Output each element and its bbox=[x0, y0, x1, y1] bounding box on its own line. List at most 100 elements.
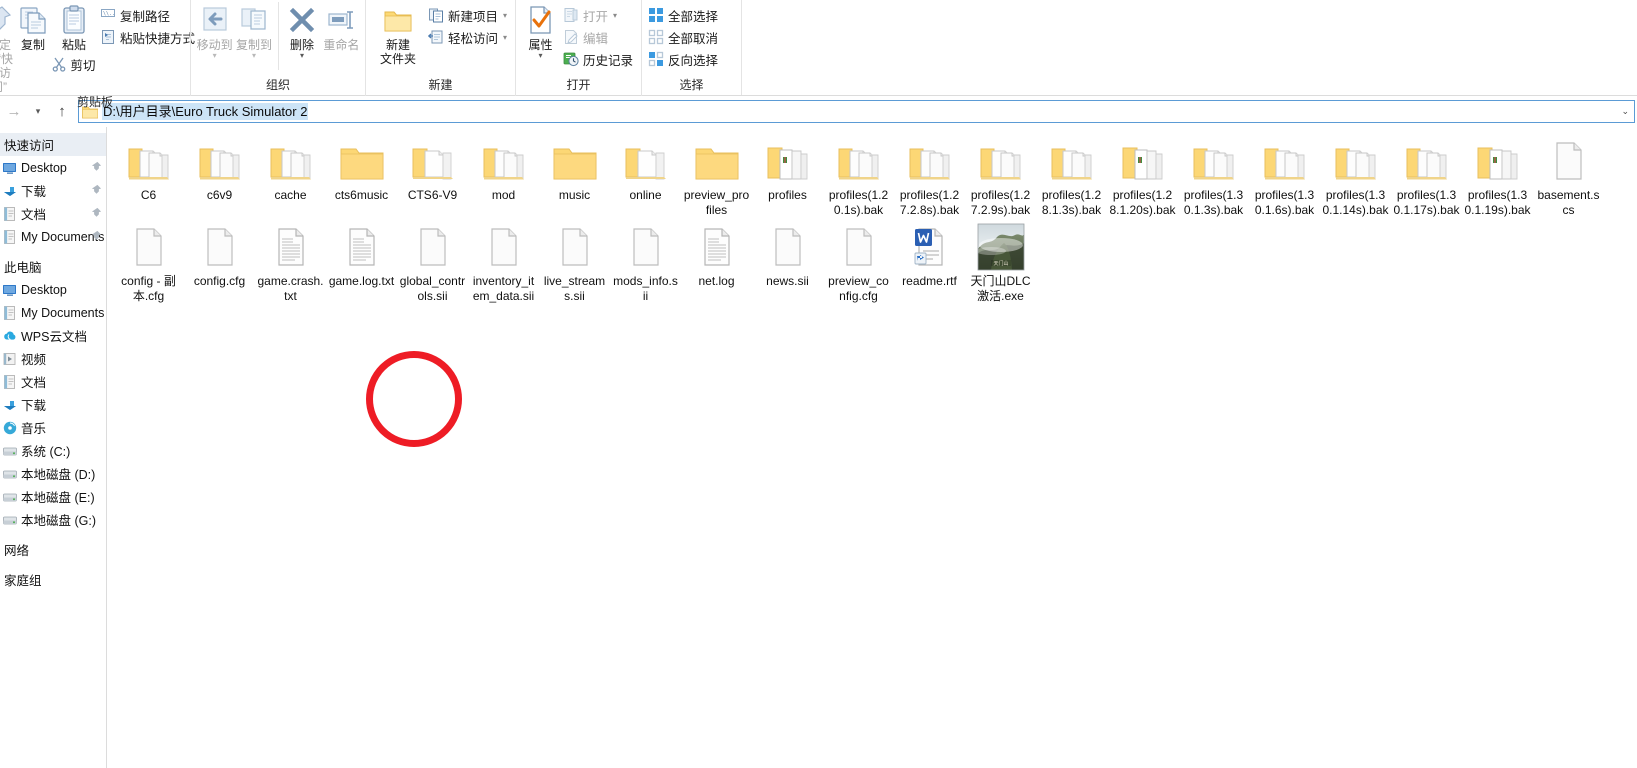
pin-icon[interactable] bbox=[91, 207, 102, 220]
address-input[interactable]: D:\用户目录\Euro Truck Simulator 2 ⌄ bbox=[78, 100, 1635, 123]
copy-button[interactable]: 复制 bbox=[16, 2, 50, 52]
folder-item[interactable]: profiles bbox=[752, 133, 823, 219]
sidebar-item--[interactable]: 下载 bbox=[0, 393, 106, 416]
sidebar-item--[interactable]: 音乐 bbox=[0, 416, 106, 439]
folder-item[interactable]: cache bbox=[255, 133, 326, 219]
folder-empty-icon bbox=[693, 137, 741, 185]
file-item[interactable]: mods_info.sii bbox=[610, 219, 681, 305]
file-item[interactable]: basement.scs bbox=[1533, 133, 1604, 219]
sidebar-item-my-documents[interactable]: My Documents bbox=[0, 301, 106, 324]
sidebar-item--d-[interactable]: 本地磁盘 (D:) bbox=[0, 462, 106, 485]
chevron-down-icon[interactable]: ⌄ bbox=[1621, 106, 1632, 117]
file-item[interactable]: preview_config.cfg bbox=[823, 219, 894, 305]
sidebar-item-desktop[interactable]: Desktop bbox=[0, 278, 106, 301]
item-name: news.sii bbox=[766, 274, 809, 288]
rename-icon bbox=[325, 4, 357, 36]
sidebar-item--[interactable]: 视频 bbox=[0, 347, 106, 370]
pin-icon[interactable] bbox=[91, 161, 102, 174]
sidebar-section-1[interactable]: 此电脑 bbox=[0, 255, 106, 278]
select-all-button[interactable]: 全部选择 bbox=[646, 4, 722, 26]
folder-item[interactable]: profiles(1.27.2.9s).bak bbox=[965, 133, 1036, 219]
file-item[interactable]: inventory_item_data.sii bbox=[468, 219, 539, 305]
sidebar-item--[interactable]: 文档 bbox=[0, 202, 106, 225]
sidebar-item--c-[interactable]: 系统 (C:) bbox=[0, 439, 106, 462]
folder-item[interactable]: profiles(1.28.1.20s).bak bbox=[1107, 133, 1178, 219]
select-all-icon bbox=[648, 7, 664, 23]
folder-item[interactable]: profiles(1.30.1.6s).bak bbox=[1249, 133, 1320, 219]
file-item[interactable]: news.sii bbox=[752, 219, 823, 305]
folder-item[interactable]: profiles(1.28.1.3s).bak bbox=[1036, 133, 1107, 219]
paste-shortcut-button[interactable]: 粘贴快捷方式 bbox=[98, 26, 199, 48]
clipboard-secondary-actions: \\.. 复制路径 粘贴快捷方式 bbox=[98, 2, 199, 48]
sidebar-item-label: My Documents bbox=[21, 305, 105, 320]
pin-icon[interactable] bbox=[91, 230, 102, 243]
file-blank-icon bbox=[622, 223, 670, 271]
history-button[interactable]: 历史记录 bbox=[561, 48, 637, 70]
folder-docs-icon bbox=[1190, 137, 1238, 185]
folder-item[interactable]: C6 bbox=[113, 133, 184, 219]
folder-item[interactable]: profiles(1.30.1.14s).bak bbox=[1320, 133, 1391, 219]
edit-pencil-icon bbox=[563, 29, 579, 45]
folder-item[interactable]: profiles(1.30.1.17s).bak bbox=[1391, 133, 1462, 219]
file-item[interactable]: game.log.txt bbox=[326, 219, 397, 305]
folder-item[interactable]: cts6music bbox=[326, 133, 397, 219]
folder-item[interactable]: music bbox=[539, 133, 610, 219]
sidebar-section-3[interactable]: 家庭组 bbox=[0, 568, 106, 591]
pin-to-quick-access-button[interactable]: 固定到“快 速访问” bbox=[0, 2, 16, 94]
sidebar-item--[interactable]: 下载 bbox=[0, 179, 106, 202]
pin-icon[interactable] bbox=[91, 184, 102, 197]
cut-button[interactable]: 剪切 bbox=[49, 53, 100, 75]
chevron-down-icon: ▾ bbox=[538, 51, 543, 60]
folder-item[interactable]: c6v9 bbox=[184, 133, 255, 219]
invert-selection-button[interactable]: 反向选择 bbox=[646, 48, 722, 70]
file-item[interactable]: config - 副本.cfg bbox=[113, 219, 184, 305]
file-item[interactable]: live_streams.sii bbox=[539, 219, 610, 305]
sidebar-section-2[interactable]: 网络 bbox=[0, 538, 106, 561]
file-list-pane[interactable]: C6 c6v9 cache cts6music CTS6-V9 mod music onlin… bbox=[107, 127, 1637, 768]
ribbon-filler bbox=[741, 0, 1637, 95]
edit-button[interactable]: 编辑 bbox=[561, 26, 637, 48]
folder-item[interactable]: profiles(1.20.1s).bak bbox=[823, 133, 894, 219]
sidebar-item-wps-[interactable]: WPS云文档 bbox=[0, 324, 106, 347]
properties-button[interactable]: 属性 ▾ bbox=[520, 2, 561, 60]
folder-item[interactable]: profiles(1.27.2.8s).bak bbox=[894, 133, 965, 219]
select-none-button[interactable]: 全部取消 bbox=[646, 26, 722, 48]
folder-item[interactable]: mod bbox=[468, 133, 539, 219]
delete-button[interactable]: 删除 ▾ bbox=[282, 2, 321, 60]
drive-icon bbox=[2, 512, 18, 528]
copy-icon bbox=[17, 4, 49, 36]
sidebar-item--[interactable]: 文档 bbox=[0, 370, 106, 393]
folder-item[interactable]: online bbox=[610, 133, 681, 219]
file-item[interactable]: net.log bbox=[681, 219, 752, 305]
item-name: profiles(1.30.1.6s).bak bbox=[1254, 188, 1315, 217]
new-folder-button[interactable]: 新建 文件夹 bbox=[370, 2, 426, 66]
open-button[interactable]: 打开 ▾ bbox=[561, 4, 637, 26]
folder-item[interactable]: CTS6-V9 bbox=[397, 133, 468, 219]
sidebar-item--g-[interactable]: 本地磁盘 (G:) bbox=[0, 508, 106, 531]
file-item[interactable]: global_controls.sii bbox=[397, 219, 468, 305]
folder-item[interactable]: profiles(1.30.1.3s).bak bbox=[1178, 133, 1249, 219]
sidebar-item-label: Desktop bbox=[21, 160, 67, 175]
sidebar-item--e-[interactable]: 本地磁盘 (E:) bbox=[0, 485, 106, 508]
desktop-icon bbox=[2, 160, 18, 176]
drive-icon bbox=[2, 443, 18, 459]
copy-to-button[interactable]: 复制到 ▾ bbox=[234, 2, 273, 60]
folder-item[interactable]: profiles(1.30.1.19s).bak bbox=[1462, 133, 1533, 219]
file-item[interactable]: config.cfg bbox=[184, 219, 255, 305]
file-blank-icon bbox=[764, 223, 812, 271]
file-item[interactable]: 天门山 天门山DLC激活.exe bbox=[965, 219, 1036, 305]
drive-icon bbox=[2, 466, 18, 482]
sidebar-section-0[interactable]: 快速访问 bbox=[0, 133, 106, 156]
file-item[interactable]: game.crash.txt bbox=[255, 219, 326, 305]
file-item[interactable]: readme.rtf bbox=[894, 219, 965, 305]
paste-button[interactable]: 粘贴 bbox=[49, 2, 99, 52]
folder-item[interactable]: preview_profiles bbox=[681, 133, 752, 219]
rename-button[interactable]: 重命名 bbox=[322, 2, 361, 52]
copy-path-button[interactable]: \\.. 复制路径 bbox=[98, 4, 199, 26]
folder-docs-icon bbox=[480, 137, 528, 185]
new-item-button[interactable]: 新建项目 ▾ bbox=[426, 4, 511, 26]
move-to-button[interactable]: 移动到 ▾ bbox=[195, 2, 234, 60]
sidebar-item-my-documents[interactable]: My Documents bbox=[0, 225, 106, 248]
sidebar-item-desktop[interactable]: Desktop bbox=[0, 156, 106, 179]
easy-access-button[interactable]: 轻松访问 ▾ bbox=[426, 26, 511, 48]
